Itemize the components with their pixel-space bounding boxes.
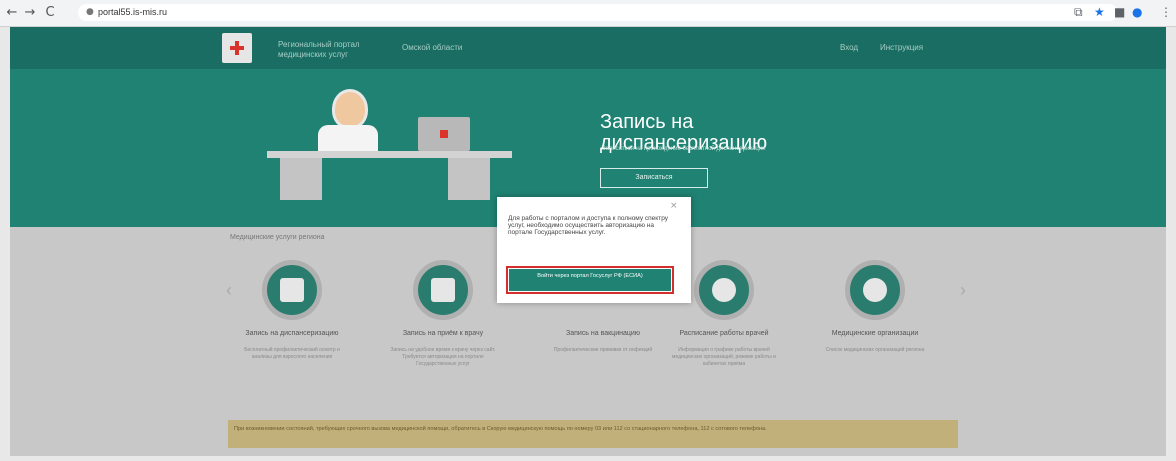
modal-message: Для работы с порталом и доступа к полном… xyxy=(508,215,668,236)
extensions-icon[interactable]: ■ xyxy=(1114,5,1125,19)
service-desc: Профилактические прививки от инфекций xyxy=(553,347,653,353)
service-title[interactable]: Запись на диспансеризацию xyxy=(237,330,347,338)
doctor-illustration xyxy=(332,89,368,129)
browser-toolbar: ← → C ● portal55.is-mis.ru ⧉ ★ ■ ● ⋮ xyxy=(0,0,1176,27)
close-icon[interactable]: × xyxy=(670,201,678,211)
document-icon xyxy=(280,278,304,302)
doctor-appointment-icon[interactable] xyxy=(413,260,473,320)
profile-avatar[interactable]: ● xyxy=(1132,5,1142,19)
menu-kebab-icon[interactable]: ⋮ xyxy=(1160,5,1172,19)
desk-leg xyxy=(448,158,490,200)
section-title: Медицинские услуги региона xyxy=(230,234,325,241)
portal-name[interactable]: Региональный портал медицинских услуг xyxy=(278,40,398,60)
service-title[interactable]: Запись на вакцинацию xyxy=(548,330,658,338)
forward-button[interactable]: → xyxy=(22,5,38,21)
map-pin-icon xyxy=(863,278,887,302)
lock-icon: ● xyxy=(86,7,94,17)
hero-subtitle: Записаться на прохождение бесплатной дис… xyxy=(602,146,766,152)
red-cross-icon xyxy=(230,41,244,55)
carousel-next-icon[interactable]: › xyxy=(960,280,966,301)
desk-illustration xyxy=(267,151,512,158)
service-desc: Список медицинских организаций региона xyxy=(825,347,925,353)
login-link[interactable]: Вход xyxy=(840,43,858,52)
region-selector[interactable]: Омской области xyxy=(402,43,462,52)
schedule-icon[interactable] xyxy=(694,260,754,320)
url-text: portal55.is-mis.ru xyxy=(98,7,168,17)
doctor-icon xyxy=(431,278,455,302)
service-desc: Запись на удобное время к врачу через са… xyxy=(390,347,496,367)
instruction-link[interactable]: Инструкция xyxy=(880,43,923,52)
notice-text: При возникновении состояний, требующих с… xyxy=(234,426,767,432)
reload-button[interactable]: C xyxy=(42,5,58,21)
share-icon[interactable]: ⧉ xyxy=(1074,5,1083,20)
service-title[interactable]: Расписание работы врачей xyxy=(669,330,779,338)
portal-logo[interactable] xyxy=(222,33,252,63)
service-desc: Информация о графике работы врачей медиц… xyxy=(672,347,776,367)
organizations-icon[interactable] xyxy=(845,260,905,320)
laptop-illustration xyxy=(418,117,470,151)
emergency-notice: При возникновении состояний, требующих с… xyxy=(228,420,958,448)
gosuslugi-login-button[interactable]: Войти через портал Госуслуг РФ (ЕСИА) xyxy=(509,269,671,291)
clock-icon xyxy=(712,278,736,302)
bookmark-star-icon[interactable]: ★ xyxy=(1094,5,1105,19)
hero-signup-button[interactable]: Записаться xyxy=(600,168,708,188)
service-desc: Бесплатный профилактический осмотр и ана… xyxy=(244,347,340,360)
back-button[interactable]: ← xyxy=(4,5,20,21)
service-title[interactable]: Медицинские организации xyxy=(820,330,930,338)
desk-leg xyxy=(280,158,322,200)
address-bar[interactable]: ● portal55.is-mis.ru xyxy=(78,4,1118,21)
carousel-prev-icon[interactable]: ‹ xyxy=(226,280,232,301)
dispensary-icon[interactable] xyxy=(262,260,322,320)
service-title[interactable]: Запись на приём к врачу xyxy=(388,330,498,338)
site-header xyxy=(10,27,1166,69)
